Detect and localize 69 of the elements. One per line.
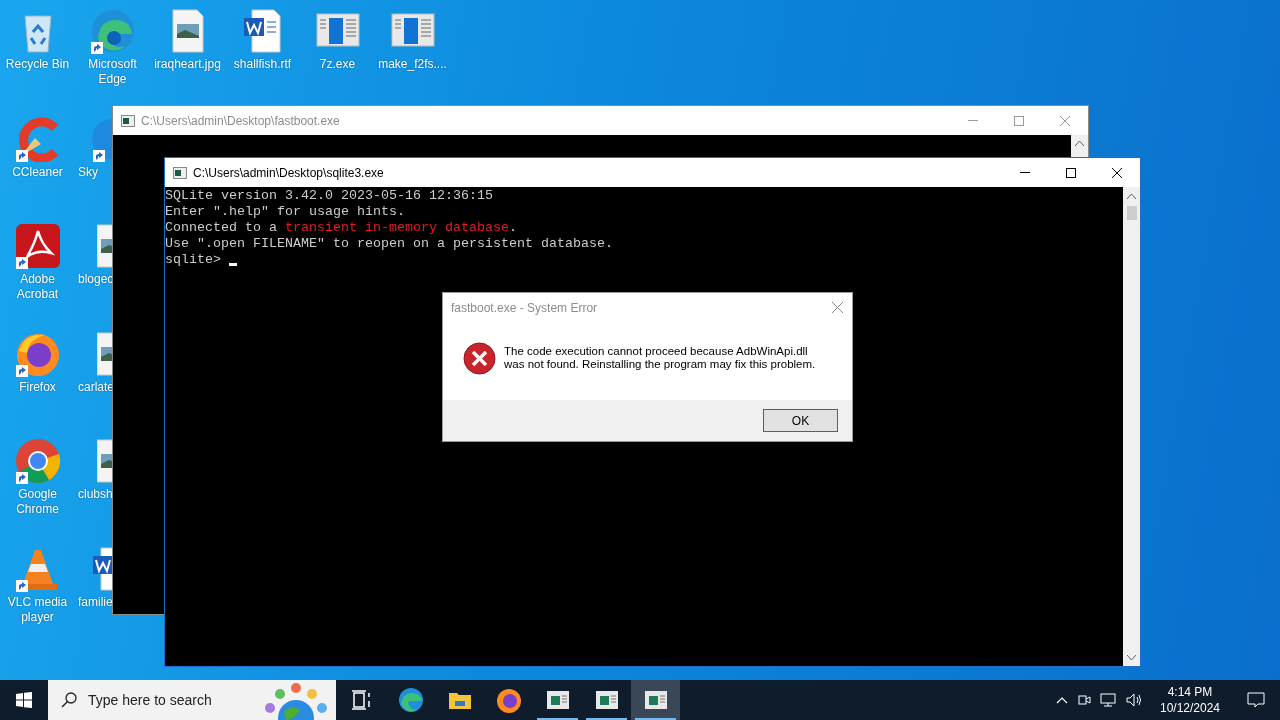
shortcut-arrow-icon xyxy=(90,42,103,54)
clock-time: 4:14 PM xyxy=(1167,684,1213,700)
image-file-icon xyxy=(97,330,112,377)
close-icon xyxy=(831,302,843,313)
desktop-icon-label: iraqheart.jpg xyxy=(154,57,221,72)
minimize-icon xyxy=(968,120,978,121)
console-line: sqlite> xyxy=(165,252,222,268)
window-title: C:\Users\admin\Desktop\sqlite3.exe xyxy=(193,164,385,182)
console-line: SQLite version 3.42.0 2023-05-16 12:36:15 xyxy=(165,188,493,204)
maximize-icon xyxy=(1014,115,1024,126)
scroll-up-icon xyxy=(1075,141,1084,146)
clock[interactable]: 4:14 PM 10/12/2024 xyxy=(1152,684,1228,716)
desktop-icon-label: CCleaner xyxy=(12,164,63,180)
network-icon[interactable] xyxy=(1100,692,1118,708)
shortcut-arrow-icon xyxy=(15,472,28,484)
desktop-icon-label: VLC media player xyxy=(7,594,68,625)
console-line: Use ".open FILENAME" to reopen on a persistent database. xyxy=(165,236,613,252)
notification-icon xyxy=(1247,692,1265,708)
desktop-icon-label: Recycle Bin xyxy=(5,57,70,72)
error-icon xyxy=(463,341,496,375)
text-cursor xyxy=(229,263,237,266)
camera-icon[interactable] xyxy=(1076,692,1092,708)
scroll-down-icon xyxy=(1127,655,1136,660)
clock-date: 10/12/2024 xyxy=(1159,700,1221,716)
window-title: C:\Users\admin\Desktop\fastboot.exe xyxy=(141,112,341,130)
shortcut-arrow-icon xyxy=(15,257,28,269)
minimize-icon xyxy=(1020,172,1030,173)
console-line: Enter ".help" for usage hints. xyxy=(165,204,405,220)
desktop-icon-label: Firefox xyxy=(19,379,56,395)
console-window-icon xyxy=(173,166,187,179)
scrollbar[interactable] xyxy=(1123,187,1140,666)
maximize-icon xyxy=(1066,167,1076,178)
shortcut-arrow-icon xyxy=(15,579,28,592)
ok-button[interactable]: OK xyxy=(763,409,838,432)
shortcut-arrow-icon xyxy=(15,149,28,162)
browser-icon xyxy=(89,8,136,54)
close-icon xyxy=(1112,167,1122,178)
desktop-icon-label: carlate xyxy=(77,379,115,395)
browser-icon xyxy=(495,687,522,713)
browser-icon xyxy=(397,687,424,713)
volume-icon[interactable] xyxy=(1126,692,1144,708)
desktop-icon-label: blogec xyxy=(77,272,114,287)
image-file-icon xyxy=(97,223,112,269)
desktop-icon-label: Sky xyxy=(77,164,98,180)
dialog-title: fastboot.exe - System Error xyxy=(450,299,599,317)
scroll-thumb[interactable] xyxy=(1126,206,1137,220)
desktop-icon-label: shallfish.rtf xyxy=(233,57,292,72)
desktop-icon-label: clubsh xyxy=(77,487,113,502)
close-icon xyxy=(1060,115,1070,126)
image-file-icon xyxy=(97,438,112,484)
desktop-icon-label: familie xyxy=(77,594,113,610)
browser-icon xyxy=(14,438,61,484)
chevron-up-icon[interactable] xyxy=(1056,696,1068,704)
error-message: was not found. Reinstalling the program may fix this problem. xyxy=(504,358,816,371)
desktop-icon-label: Adobe Acrobat xyxy=(16,272,59,302)
error-message: The code execution cannot proceed because AdbWinApi.dll xyxy=(504,345,809,358)
windows-logo-icon xyxy=(16,692,32,708)
search-input[interactable]: Type here to search xyxy=(88,689,258,711)
search-field[interactable]: Type here to search xyxy=(48,680,336,720)
console-window-icon xyxy=(121,114,135,127)
desktop-icon-label: make_f2fs.... xyxy=(378,57,447,72)
desktop-icon-label: 7z.exe xyxy=(319,57,356,72)
scroll-up-icon xyxy=(1127,194,1136,199)
desktop-icon-label: Microsoft Edge xyxy=(88,57,137,87)
desktop-icon-label: Google Chrome xyxy=(16,487,59,517)
pdf-icon xyxy=(14,223,61,269)
search-icon xyxy=(61,692,77,708)
taskbar-app[interactable] xyxy=(631,680,680,720)
console-line: Connected to a transient in-memory database. xyxy=(165,220,517,236)
